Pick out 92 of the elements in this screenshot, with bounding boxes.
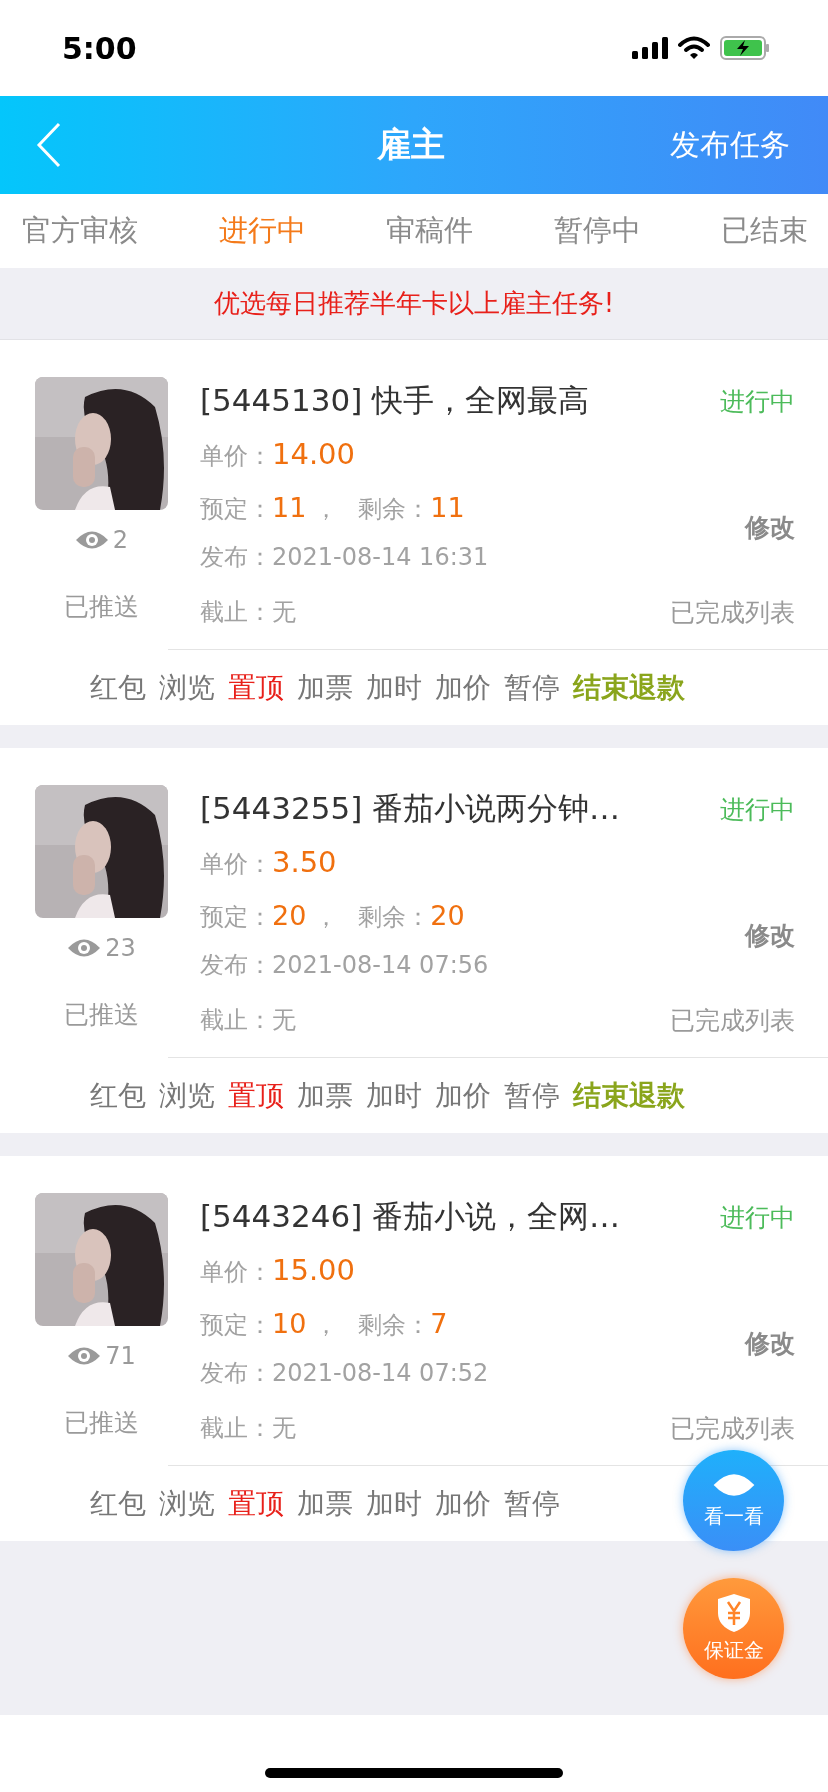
price-label: 单价： [200, 1256, 272, 1288]
remaining-label: 剩余： [358, 1309, 431, 1341]
booked-value: 10 [272, 1307, 307, 1339]
action-button[interactable]: 置顶 [228, 668, 284, 707]
action-button[interactable]: 加票 [297, 668, 353, 707]
action-button[interactable]: 加时 [366, 668, 422, 707]
task-status: 进行中 [720, 385, 795, 418]
action-button[interactable]: 结束退款 [573, 668, 685, 707]
battery-icon [720, 36, 770, 60]
action-button[interactable]: 置顶 [228, 1076, 284, 1115]
published-time: 2021-08-14 07:56 [272, 951, 489, 979]
pushed-label: 已推送 [64, 591, 139, 623]
pushed-label: 已推送 [64, 999, 139, 1031]
action-button[interactable]: 浏览 [159, 1076, 215, 1115]
task-title: [5443246] 番茄小说，全网… [200, 1197, 621, 1236]
published-label: 发布： [200, 542, 272, 573]
action-button[interactable]: 结束退款 [573, 1076, 685, 1115]
deadline-label: 截止： [200, 1005, 272, 1036]
action-button[interactable]: 加时 [366, 1076, 422, 1115]
booked-label: 预定： [200, 1309, 272, 1341]
booked-value: 20 [272, 899, 307, 931]
published-label: 发布： [200, 1358, 272, 1389]
shield-icon [716, 1593, 751, 1633]
deadline-label: 截止： [200, 1413, 272, 1444]
action-button[interactable]: 暂停 [504, 1076, 560, 1115]
publish-task-button[interactable]: 发布任务 [670, 124, 790, 166]
eye-icon [74, 529, 109, 551]
completed-list-button[interactable]: 已完成列表 [670, 1003, 795, 1037]
remaining-value: 20 [430, 899, 465, 931]
deadline-value: 无 [272, 597, 296, 628]
view-count: 71 [105, 1342, 136, 1370]
wifi-icon [678, 36, 710, 60]
edit-button[interactable]: 修改 [745, 919, 795, 952]
page-title: 雇主 [377, 123, 445, 166]
task-title: [5443255] 番茄小说两分钟… [200, 789, 621, 828]
signal-icon [632, 37, 668, 59]
price-value: 14.00 [272, 436, 356, 471]
task-title: [5445130] 快手，全网最高 [200, 381, 590, 420]
action-button[interactable]: 加时 [366, 1484, 422, 1523]
tab[interactable]: 官方审核 [22, 211, 138, 251]
eye-icon [711, 1471, 756, 1499]
notice-text: 优选每日推荐半年卡以上雇主任务! [213, 287, 615, 320]
action-button[interactable]: 浏览 [159, 668, 215, 707]
remaining-label: 剩余： [358, 901, 431, 933]
booked-value: 11 [272, 491, 307, 523]
action-button[interactable]: 加票 [297, 1484, 353, 1523]
deadline-value: 无 [272, 1005, 296, 1036]
tab[interactable]: 已结束 [721, 211, 808, 251]
remaining-value: 7 [430, 1307, 448, 1339]
comma: ， [314, 901, 339, 933]
comma: ， [314, 493, 339, 525]
booked-label: 预定： [200, 901, 272, 933]
tab[interactable]: 进行中 [218, 211, 306, 251]
eye-icon [67, 937, 102, 959]
price-label: 单价： [200, 848, 272, 880]
published-label: 发布： [200, 950, 272, 981]
price-label: 单价： [200, 440, 272, 472]
action-button[interactable]: 加价 [435, 1484, 491, 1523]
task-status: 进行中 [720, 793, 795, 826]
deposit-button[interactable]: 保证金 [683, 1578, 784, 1679]
booked-label: 预定： [200, 493, 272, 525]
action-button[interactable]: 浏览 [159, 1484, 215, 1523]
action-button[interactable]: 暂停 [504, 1484, 560, 1523]
action-button[interactable]: 加价 [435, 1076, 491, 1115]
pushed-label: 已推送 [64, 1407, 139, 1439]
completed-list-button[interactable]: 已完成列表 [670, 595, 795, 629]
tab[interactable]: 审稿件 [386, 211, 473, 251]
action-button[interactable]: 加价 [435, 668, 491, 707]
eye-icon [67, 1345, 102, 1367]
completed-list-button[interactable]: 已完成列表 [670, 1411, 795, 1445]
action-button[interactable]: 暂停 [504, 668, 560, 707]
action-button[interactable]: 加票 [297, 1076, 353, 1115]
action-button[interactable]: 置顶 [228, 1484, 284, 1523]
status-time: 5:00 [62, 30, 137, 66]
action-button[interactable]: 红包 [90, 668, 146, 707]
action-button[interactable]: 红包 [90, 1076, 146, 1115]
view-count: 23 [105, 934, 136, 962]
published-time: 2021-08-14 07:52 [272, 1359, 489, 1387]
edit-button[interactable]: 修改 [745, 1327, 795, 1360]
price-value: 15.00 [272, 1252, 356, 1287]
comma: ， [314, 1309, 339, 1341]
remaining-label: 剩余： [358, 493, 431, 525]
published-time: 2021-08-14 16:31 [272, 543, 489, 571]
view-count: 2 [112, 526, 129, 554]
price-value: 3.50 [272, 844, 337, 879]
action-button[interactable]: 红包 [90, 1484, 146, 1523]
deadline-value: 无 [272, 1413, 296, 1444]
task-status: 进行中 [720, 1201, 795, 1234]
remaining-value: 11 [430, 491, 465, 523]
tab[interactable]: 暂停中 [553, 211, 641, 251]
deadline-label: 截止： [200, 597, 272, 628]
edit-button[interactable]: 修改 [745, 511, 795, 544]
